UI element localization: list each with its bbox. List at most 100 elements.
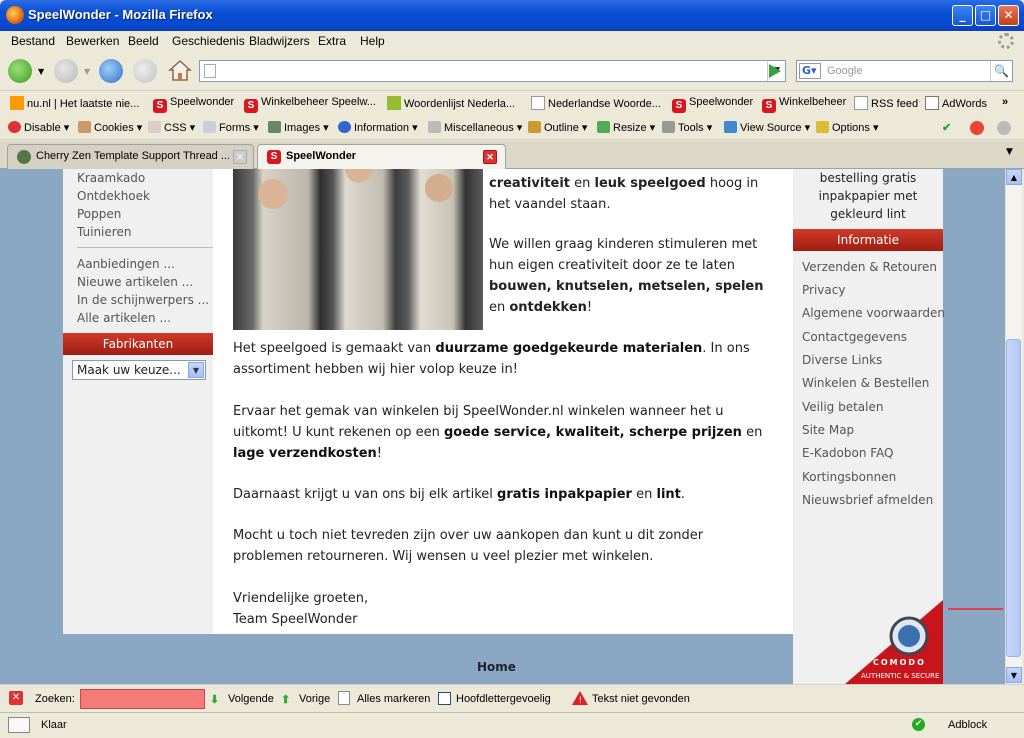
menu-help[interactable]: Help	[360, 34, 385, 48]
menu-bladwijzers[interactable]: Bladwijzers	[249, 34, 310, 48]
scroll-up-icon[interactable]: ▲	[1006, 169, 1022, 185]
minimize-button[interactable]: _	[952, 5, 973, 26]
arrow-up-icon[interactable]: ⬆	[281, 693, 290, 706]
scrollbar-thumb[interactable]	[1006, 339, 1021, 657]
category-link-kraamkado[interactable]: Kraamkado	[77, 171, 145, 185]
wd-disable[interactable]: Disable ▾	[8, 121, 69, 134]
footer-home-link[interactable]: Home	[477, 660, 516, 674]
wd-miscellaneous[interactable]: Miscellaneous ▾	[428, 121, 522, 134]
tab-close-icon[interactable]: ✕	[233, 150, 247, 164]
page-icon	[854, 96, 868, 110]
bookmark-nu[interactable]: nu.nl | Het laatste nie...	[10, 96, 139, 110]
search-input[interactable]: G▾ Google 🔍	[796, 60, 1013, 82]
bookmark-adwords[interactable]: AdWords	[925, 96, 987, 110]
back-dropdown-icon[interactable]: ▼	[38, 67, 44, 76]
category-link-tuinieren[interactable]: Tuinieren	[77, 225, 131, 239]
web-developer-status-icon[interactable]	[8, 717, 30, 733]
wd-resize[interactable]: Resize ▾	[597, 121, 655, 134]
info-link-betalen[interactable]: Veilig betalen	[802, 400, 883, 414]
menu-beeld[interactable]: Beeld	[128, 34, 159, 48]
find-input[interactable]	[80, 689, 205, 709]
link-nieuwe-artikelen[interactable]: Nieuwe artikelen ...	[77, 275, 193, 289]
info-disabled-icon[interactable]	[997, 121, 1014, 136]
find-next-button[interactable]: Volgende	[228, 693, 274, 705]
status-text: Klaar	[41, 719, 67, 731]
maximize-button[interactable]: □	[975, 5, 996, 26]
info-link-winkelen[interactable]: Winkelen & Bestellen	[802, 376, 929, 390]
wd-cookies[interactable]: Cookies ▾	[78, 121, 142, 134]
menu-geschiedenis[interactable]: Geschiedenis	[172, 34, 245, 48]
tab-close-icon[interactable]: ✕	[483, 150, 497, 164]
forward-icon[interactable]	[54, 59, 78, 83]
google-engine-icon[interactable]: G▾	[799, 63, 821, 79]
highlight-all-button[interactable]: Alles markeren	[357, 693, 430, 705]
wd-outline[interactable]: Outline ▾	[528, 121, 587, 134]
category-link-ontdekhoek[interactable]: Ontdekhoek	[77, 189, 150, 203]
wd-images[interactable]: Images ▾	[268, 121, 329, 134]
arrow-down-icon[interactable]: ⬇	[210, 693, 219, 706]
tab-cherry-zen[interactable]: Cherry Zen Template Support Thread ... ✕	[7, 144, 254, 169]
tab-speelwonder[interactable]: S SpeelWonder ✕	[257, 144, 506, 170]
info-link-voorwaarden[interactable]: Algemene voorwaarden	[802, 306, 945, 320]
wd-tools[interactable]: Tools ▾	[662, 121, 712, 134]
menu-bewerken[interactable]: Bewerken	[66, 34, 119, 48]
stop-icon[interactable]	[133, 59, 157, 83]
paragraph-stimulate: We willen graag kinderen stimuleren met …	[489, 237, 764, 315]
info-link-kortingsbonnen[interactable]: Kortingsbonnen	[802, 470, 896, 484]
info-link-verzenden[interactable]: Verzenden & Retouren	[802, 260, 937, 274]
search-icon[interactable]: 🔍	[990, 61, 1012, 81]
info-link-nieuwsbrief[interactable]: Nieuwsbrief afmelden	[802, 493, 933, 507]
link-schijnwerpers[interactable]: In de schijnwerpers ...	[77, 293, 209, 307]
home-icon[interactable]	[168, 59, 192, 81]
speelwonder-icon: S	[672, 99, 686, 113]
back-icon[interactable]	[8, 59, 32, 83]
close-find-icon[interactable]: ✕	[9, 691, 23, 705]
scroll-down-icon[interactable]: ▼	[1006, 667, 1022, 683]
link-aanbiedingen[interactable]: Aanbiedingen ...	[77, 257, 175, 271]
error-icon[interactable]	[970, 121, 987, 136]
info-link-sitemap[interactable]: Site Map	[802, 423, 854, 437]
url-input[interactable]: ▼	[199, 60, 786, 82]
wd-forms[interactable]: Forms ▾	[203, 121, 259, 134]
go-icon[interactable]	[766, 63, 782, 82]
category-link-poppen[interactable]: Poppen	[77, 207, 121, 221]
menu-bestand[interactable]: Bestand	[11, 34, 55, 48]
svg-text:!: !	[579, 696, 583, 705]
info-link-privacy[interactable]: Privacy	[802, 283, 845, 297]
menu-extra[interactable]: Extra	[318, 34, 346, 48]
info-link-contact[interactable]: Contactgegevens	[802, 330, 907, 344]
manufacturers-header: Fabrikanten	[63, 333, 213, 355]
bookmark-winkelbeheer[interactable]: S Winkelbeheer	[762, 96, 846, 113]
forward-dropdown-icon[interactable]: ▼	[84, 67, 90, 76]
bookmarks-overflow-icon[interactable]: »	[1002, 96, 1008, 108]
main-content: creativiteit en leuk speelgoed hoog in h…	[213, 169, 793, 634]
info-link-diverse[interactable]: Diverse Links	[802, 353, 882, 367]
valid-check-icon[interactable]: ✔	[942, 121, 951, 134]
warning-icon: !	[572, 691, 588, 708]
speelwonder-icon: S	[762, 99, 776, 113]
bookmark-speelwonder[interactable]: S Speelwonder	[153, 96, 234, 113]
window-title: SpeelWonder - Mozilla Firefox	[28, 7, 213, 22]
match-case-checkbox[interactable]	[438, 692, 451, 705]
wd-css[interactable]: CSS ▾	[148, 121, 195, 134]
chevron-down-icon[interactable]: ▼	[188, 362, 204, 378]
manufacturers-select[interactable]: Maak uw keuze... ▼	[72, 360, 206, 380]
link-alle-artikelen[interactable]: Alle artikelen ...	[77, 311, 171, 325]
wd-information[interactable]: Information ▾	[338, 121, 418, 134]
page-icon	[204, 64, 216, 78]
close-window-button[interactable]: ✕	[998, 5, 1019, 26]
adblock-button[interactable]: Adblock	[948, 719, 987, 731]
page-viewport: Kraamkado Ontdekhoek Poppen Tuinieren Aa…	[0, 169, 1005, 684]
wd-view-source[interactable]: View Source ▾	[724, 121, 810, 134]
bookmark-nederlandse-woorden[interactable]: Nederlandse Woorde...	[531, 96, 661, 110]
bookmark-rss-feed[interactable]: RSS feed	[854, 96, 918, 110]
find-prev-button[interactable]: Vorige	[299, 693, 330, 705]
comodo-seal[interactable]: COMODO AUTHENTIC & SECURE	[845, 600, 943, 684]
bookmark-winkelbeheer-speelw[interactable]: S Winkelbeheer Speelw...	[244, 96, 376, 113]
tab-list-dropdown-icon[interactable]: ▼	[1006, 147, 1013, 157]
wd-options[interactable]: Options ▾	[816, 121, 879, 134]
bookmark-speelwonder-2[interactable]: S Speelwonder	[672, 96, 753, 113]
info-link-kadobon[interactable]: E-Kadobon FAQ	[802, 446, 894, 460]
bookmark-woordenlijst[interactable]: Woordenlijst Nederla...	[387, 96, 515, 110]
reload-icon[interactable]	[99, 59, 123, 83]
